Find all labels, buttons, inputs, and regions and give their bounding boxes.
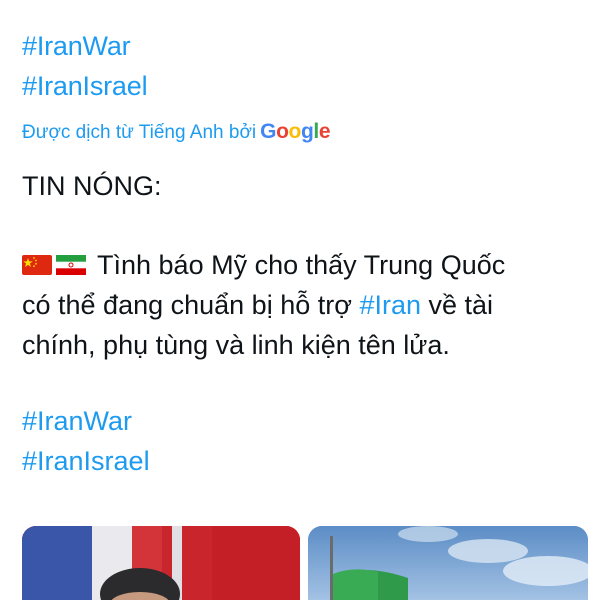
tweet-content: #IranWar #IranIsrael Được dịch từ Tiếng … [0,0,600,600]
hashtag-link-iranwar[interactable]: #IranWar [22,29,131,63]
body-line-2: có thể đang chuẩn bị hỗ trợ #Iran về tài [22,285,582,325]
tweet-body: Tình báo Mỹ cho thấy Trung Quốc có thể đ… [22,245,582,365]
body-line-2-pre: có thể đang chuẩn bị hỗ trợ [22,290,360,320]
hashtag-link-iranisrael-bottom[interactable]: #IranIsrael [22,444,150,478]
body-line-1-text: Tình báo Mỹ cho thấy Trung Quốc [90,250,506,280]
breaking-label: TIN NÓNG: [22,171,162,201]
media-image-leader[interactable] [22,526,300,600]
translation-note-text: Được dịch từ Tiếng Anh bởi [22,122,257,143]
hashtag-link-iran[interactable]: #Iran [359,290,421,320]
china-flag-icon [22,255,52,275]
hashtag-link-iranwar-bottom[interactable]: #IranWar [22,404,132,438]
media-image-iran-flag[interactable] [308,526,588,600]
google-logo: Google [260,120,331,143]
translation-notice[interactable]: Được dịch từ Tiếng Anh bởi Google [22,117,331,148]
body-line-1: Tình báo Mỹ cho thấy Trung Quốc [22,245,582,285]
hashtag-link-iranisrael[interactable]: #IranIsrael [22,69,148,103]
iran-flag-icon [56,255,86,275]
iran-flag-photo-illustration [308,526,588,600]
leader-photo-illustration [22,526,300,600]
body-line-3: chính, phụ tùng và linh kiện tên lửa. [22,330,450,360]
body-line-2-post: về tài [420,290,494,320]
